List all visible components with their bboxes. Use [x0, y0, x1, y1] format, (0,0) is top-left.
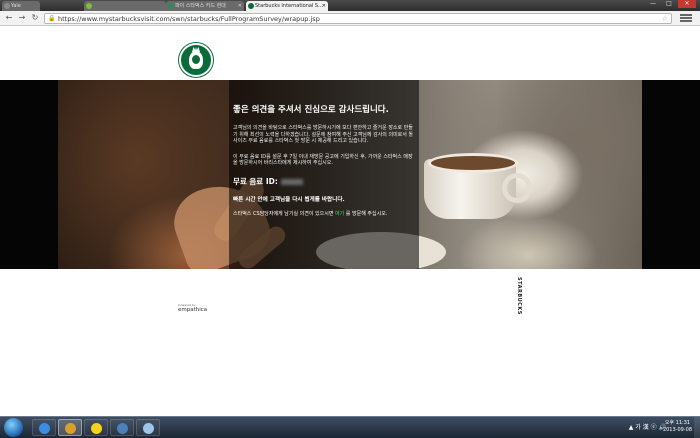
hero-banner: 좋은 의견을 주셔서 진심으로 감사드립니다. 고객님의 의견을 바탕으로 스타… [0, 80, 700, 269]
starbucks-favicon-icon [248, 3, 254, 9]
forward-button[interactable]: → [17, 13, 27, 23]
thank-you-paragraph: 고객님의 의견을 바탕으로 스타벅스를 방문하시기에 보다 편안하고 즐거운 장… [233, 125, 414, 145]
minimize-button[interactable]: — [646, 0, 660, 8]
lock-icon: 🔒 [48, 15, 56, 22]
media-icon [117, 423, 128, 434]
reload-button[interactable]: ↻ [30, 13, 40, 23]
taskbar-notes[interactable] [136, 419, 160, 436]
coffee-cup-image [424, 153, 532, 219]
globe-favicon-icon [86, 3, 92, 9]
yale-favicon-icon [4, 3, 10, 9]
maximize-button[interactable]: □ [662, 0, 676, 8]
bookmark-star-icon[interactable]: ☆ [662, 14, 668, 24]
tab-starbucks-survey[interactable]: Starbucks International S... ✕ [246, 1, 328, 11]
taskbar-media[interactable] [110, 419, 134, 436]
chrome-menu-icon[interactable] [680, 13, 692, 23]
close-window-button[interactable]: ✕ [678, 0, 696, 8]
starbucks-logo[interactable] [179, 43, 213, 77]
windows-taskbar: ▲ 가 漢 ⓔ 🔊 오후 11:31 2013-09-08 [0, 416, 700, 438]
tab-strip: Yale 파이 스타벅스 카드 현대 ✕ Starbucks Internati… [0, 0, 700, 11]
tab-starbucks-card[interactable]: 파이 스타벅스 카드 현대 ✕ [166, 1, 244, 11]
free-drink-label: 무료 음료 ID: [233, 176, 278, 186]
redacted-id [280, 178, 303, 185]
tab-blank[interactable] [84, 1, 166, 11]
kakaotalk-icon [91, 423, 102, 434]
back-button[interactable]: ← [4, 13, 14, 23]
screen: Yale 파이 스타벅스 카드 현대 ✕ Starbucks Internati… [0, 0, 700, 438]
chrome-icon [65, 423, 76, 434]
tab-label: Starbucks International S... [255, 3, 323, 9]
notes-icon [143, 423, 154, 434]
contact-link[interactable]: 여기 [335, 211, 344, 217]
taskbar-chrome[interactable] [58, 419, 82, 436]
tab-label: Yale [11, 3, 21, 9]
system-tray[interactable]: ▲ 가 漢 ⓔ 🔊 [629, 422, 666, 431]
taskbar-ie[interactable] [32, 419, 56, 436]
page-content: 좋은 의견을 주셔서 진심으로 감사드립니다. 고객님의 의견을 바탕으로 스타… [0, 27, 700, 414]
tab-close-icon[interactable]: ✕ [238, 1, 242, 11]
show-desktop-button[interactable] [694, 417, 700, 438]
tab-close-icon[interactable]: ✕ [322, 1, 326, 11]
starbucks-wordmark: STARBUCKS [516, 277, 522, 315]
ie-icon [39, 423, 50, 434]
thank-you-panel: 좋은 의견을 주셔서 진심으로 감사드립니다. 고객님의 의견을 바탕으로 스타… [229, 80, 419, 269]
tab-label: 파이 스타벅스 카드 현대 [175, 3, 226, 9]
empathica-logo[interactable]: powered by empathica [178, 303, 207, 313]
tab-yale[interactable]: Yale [2, 1, 40, 11]
taskbar-kakaotalk[interactable] [84, 419, 108, 436]
closing-message: 빠른 시간 안에 고객님을 다시 뵙게를 바랍니다. [233, 196, 345, 203]
browser-toolbar: ← → ↻ 🔒 https://www.mystarbucksvisit.com… [0, 11, 700, 26]
free-drink-id: 무료 음료 ID: [233, 176, 416, 187]
contact-text: 스타벅스 CS담당자에게 남기실 의견이 있으시면 여기 를 방문해 주십시오. [233, 210, 388, 217]
clock[interactable]: 오후 11:31 2013-09-08 [663, 420, 692, 434]
starbucks-favicon-icon [168, 3, 174, 9]
start-button[interactable] [4, 418, 23, 437]
address-bar[interactable]: 🔒 https://www.mystarbucksvisit.com/swn/s… [44, 13, 672, 24]
url-text: https://www.mystarbucksvisit.com/swn/sta… [58, 15, 320, 23]
thank-you-title: 좋은 의견을 주셔서 진심으로 감사드립니다. [233, 105, 389, 115]
instructions-paragraph: 이 무료 음료 ID를 설문 후 7일 이내 재방문 공고에 기입하신 후, 가… [233, 153, 413, 167]
